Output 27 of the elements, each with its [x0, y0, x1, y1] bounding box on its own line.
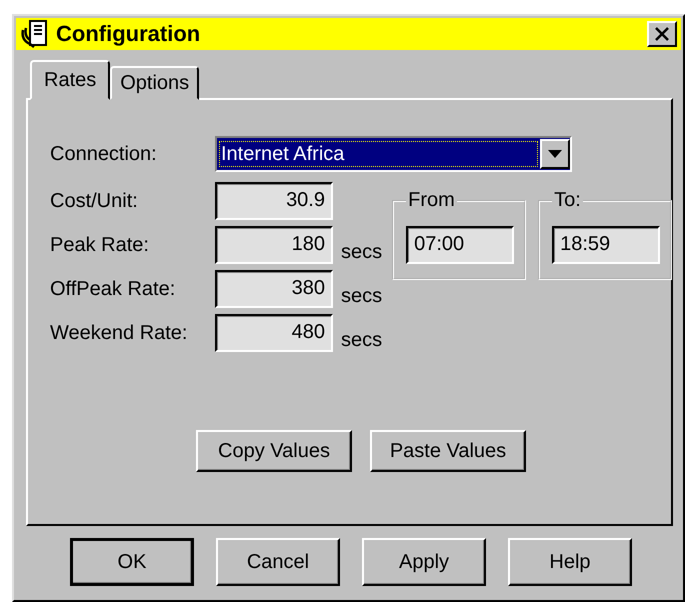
- rate-field[interactable]: 480: [215, 314, 333, 352]
- app-icon: [20, 20, 50, 48]
- connection-dropdown[interactable]: Internet Africa: [215, 136, 572, 172]
- tab[interactable]: Rates: [30, 60, 110, 100]
- field-label: Weekend Rate:: [50, 322, 188, 344]
- field-label: Cost/Unit:: [50, 190, 139, 212]
- field-label: Connection:: [50, 142, 158, 166]
- time-field[interactable]: 07:00: [406, 226, 514, 264]
- dialog-button[interactable]: Help: [508, 538, 632, 586]
- unit-label: secs: [341, 285, 382, 308]
- dialog-button[interactable]: OK: [70, 538, 194, 586]
- panel-button[interactable]: Paste Values: [370, 430, 526, 472]
- panel-button[interactable]: Copy Values: [196, 430, 352, 472]
- rate-field[interactable]: 30.9: [215, 182, 333, 220]
- time-field[interactable]: 18:59: [552, 226, 660, 264]
- dialog-button[interactable]: Cancel: [216, 538, 340, 586]
- field-label: Peak Rate:: [50, 234, 150, 256]
- rate-field[interactable]: 380: [215, 270, 333, 308]
- dialog-button[interactable]: Apply: [362, 538, 486, 586]
- field-label: OffPeak Rate:: [50, 278, 176, 300]
- close-button[interactable]: [647, 21, 677, 47]
- unit-label: secs: [341, 329, 382, 352]
- rate-field[interactable]: 180: [215, 226, 333, 264]
- close-icon[interactable]: [654, 26, 670, 42]
- window-title: Configuration: [56, 21, 202, 47]
- tab[interactable]: Options: [110, 66, 200, 100]
- unit-label: secs: [341, 241, 382, 264]
